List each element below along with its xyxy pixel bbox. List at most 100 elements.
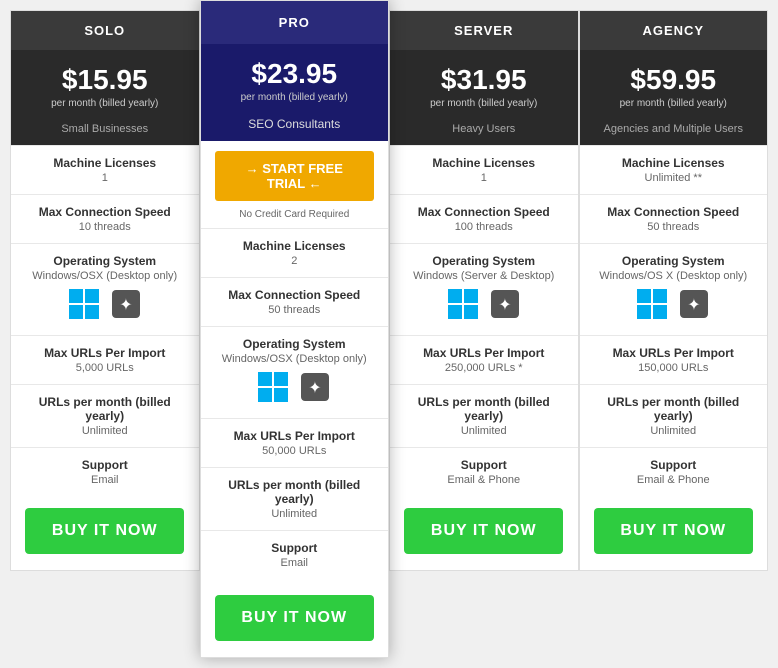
feature-row-solo-2: Operating System Windows/OSX (Desktop on… [11, 243, 199, 335]
feature-value-server-1: 100 threads [398, 221, 570, 233]
feature-row-server-0: Machine Licenses 1 [390, 145, 578, 194]
feature-label-solo-4: URLs per month (billed yearly) [19, 395, 191, 423]
feature-label-solo-1: Max Connection Speed [19, 205, 191, 219]
feature-label-solo-5: Support [19, 458, 191, 472]
feature-value-pro-3: 50,000 URLs [209, 445, 381, 457]
feature-row-agency-3: Max URLs Per Import 150,000 URLs [580, 335, 768, 384]
feature-value-server-0: 1 [398, 172, 570, 184]
feature-row-solo-0: Machine Licenses 1 [11, 145, 199, 194]
feature-value-agency-0: Unlimited ** [588, 172, 760, 184]
feature-row-pro-5: Support Email [201, 530, 389, 579]
feature-label-server-0: Machine Licenses [398, 156, 570, 170]
os-icons-solo: ✦ [19, 288, 191, 325]
plan-solo: SOLO $15.95 per month (billed yearly) Sm… [10, 10, 200, 571]
buy-button-solo[interactable]: BUY IT NOW [25, 508, 184, 554]
feature-label-server-2: Operating System [398, 254, 570, 268]
feature-row-server-5: Support Email & Phone [390, 447, 578, 496]
feature-value-solo-0: 1 [19, 172, 191, 184]
feature-row-pro-1: Max Connection Speed 50 threads [201, 277, 389, 326]
feature-value-pro-0: 2 [209, 255, 381, 267]
feature-value-pro-5: Email [209, 557, 381, 569]
feature-label-server-3: Max URLs Per Import [398, 346, 570, 360]
feature-value-server-4: Unlimited [398, 425, 570, 437]
feature-row-pro-4: URLs per month (billed yearly) Unlimited [201, 467, 389, 530]
mac-icon: ✦ [110, 288, 142, 325]
feature-row-agency-2: Operating System Windows/OS X (Desktop o… [580, 243, 768, 335]
svg-text:✦: ✦ [309, 380, 322, 397]
feature-value-agency-3: 150,000 URLs [588, 362, 760, 374]
feature-label-server-5: Support [398, 458, 570, 472]
feature-value-server-3: 250,000 URLs * [398, 362, 570, 374]
feature-value-pro-2: Windows/OSX (Desktop only) [209, 353, 381, 365]
os-icons-server: ✦ [398, 288, 570, 325]
feature-value-pro-1: 50 threads [209, 304, 381, 316]
windows-icon [636, 288, 668, 325]
feature-label-solo-2: Operating System [19, 254, 191, 268]
feature-row-server-1: Max Connection Speed 100 threads [390, 194, 578, 243]
feature-value-solo-3: 5,000 URLs [19, 362, 191, 374]
feature-label-server-4: URLs per month (billed yearly) [398, 395, 570, 423]
feature-label-agency-1: Max Connection Speed [588, 205, 760, 219]
feature-label-solo-0: Machine Licenses [19, 156, 191, 170]
feature-label-pro-3: Max URLs Per Import [209, 429, 381, 443]
feature-value-solo-1: 10 threads [19, 221, 191, 233]
feature-value-server-5: Email & Phone [398, 474, 570, 486]
price-amount-agency: $59.95 [588, 64, 760, 96]
price-period-server: per month (billed yearly) [398, 98, 570, 109]
feature-value-agency-4: Unlimited [588, 425, 760, 437]
feature-label-pro-1: Max Connection Speed [209, 288, 381, 302]
feature-label-agency-4: URLs per month (billed yearly) [588, 395, 760, 423]
feature-value-agency-1: 50 threads [588, 221, 760, 233]
svg-text:✦: ✦ [688, 297, 701, 314]
feature-label-agency-3: Max URLs Per Import [588, 346, 760, 360]
plan-name-solo: SOLO [11, 11, 199, 50]
feature-row-solo-1: Max Connection Speed 10 threads [11, 194, 199, 243]
feature-row-agency-5: Support Email & Phone [580, 447, 768, 496]
feature-label-pro-4: URLs per month (billed yearly) [209, 478, 381, 506]
plan-name-agency: AGENCY [580, 11, 768, 50]
price-period-agency: per month (billed yearly) [588, 98, 760, 109]
feature-row-solo-3: Max URLs Per Import 5,000 URLs [11, 335, 199, 384]
feature-row-agency-1: Max Connection Speed 50 threads [580, 194, 768, 243]
plan-name-server: SERVER [390, 11, 578, 50]
mac-icon: ✦ [678, 288, 710, 325]
price-amount-pro: $23.95 [209, 58, 381, 90]
feature-row-agency-0: Machine Licenses Unlimited ** [580, 145, 768, 194]
feature-value-pro-4: Unlimited [209, 508, 381, 520]
start-trial-button[interactable]: → START FREE TRIAL ← [215, 151, 374, 201]
feature-label-solo-3: Max URLs Per Import [19, 346, 191, 360]
mac-icon: ✦ [489, 288, 521, 325]
svg-text:✦: ✦ [119, 297, 132, 314]
feature-row-pro-0: Machine Licenses 2 [201, 228, 389, 277]
price-period-solo: per month (billed yearly) [19, 98, 191, 109]
windows-icon [68, 288, 100, 325]
plan-price-solo: $15.95 per month (billed yearly) [11, 50, 199, 117]
plan-price-pro: $23.95 per month (billed yearly) [201, 44, 389, 111]
plan-price-server: $31.95 per month (billed yearly) [390, 50, 578, 117]
feature-row-agency-4: URLs per month (billed yearly) Unlimited [580, 384, 768, 447]
os-icons-agency: ✦ [588, 288, 760, 325]
buy-button-pro[interactable]: BUY IT NOW [215, 595, 374, 641]
plan-agency: AGENCY $59.95 per month (billed yearly) … [579, 10, 769, 571]
feature-row-server-3: Max URLs Per Import 250,000 URLs * [390, 335, 578, 384]
plan-subtitle-server: Heavy Users [390, 117, 578, 145]
price-period-pro: per month (billed yearly) [209, 92, 381, 103]
buy-button-server[interactable]: BUY IT NOW [404, 508, 563, 554]
price-amount-solo: $15.95 [19, 64, 191, 96]
price-amount-server: $31.95 [398, 64, 570, 96]
feature-label-pro-5: Support [209, 541, 381, 555]
feature-label-agency-2: Operating System [588, 254, 760, 268]
feature-row-pro-2: Operating System Windows/OSX (Desktop on… [201, 326, 389, 418]
plan-server: SERVER $31.95 per month (billed yearly) … [389, 10, 579, 571]
buy-button-agency[interactable]: BUY IT NOW [594, 508, 753, 554]
plan-subtitle-pro: SEO Consultants [201, 111, 389, 141]
feature-label-agency-5: Support [588, 458, 760, 472]
plan-price-agency: $59.95 per month (billed yearly) [580, 50, 768, 117]
feature-value-solo-2: Windows/OSX (Desktop only) [19, 270, 191, 282]
pricing-table: SOLO $15.95 per month (billed yearly) Sm… [0, 0, 778, 668]
plan-subtitle-solo: Small Businesses [11, 117, 199, 145]
svg-text:✦: ✦ [498, 297, 511, 314]
plan-subtitle-agency: Agencies and Multiple Users [580, 117, 768, 145]
feature-row-solo-4: URLs per month (billed yearly) Unlimited [11, 384, 199, 447]
feature-label-pro-0: Machine Licenses [209, 239, 381, 253]
